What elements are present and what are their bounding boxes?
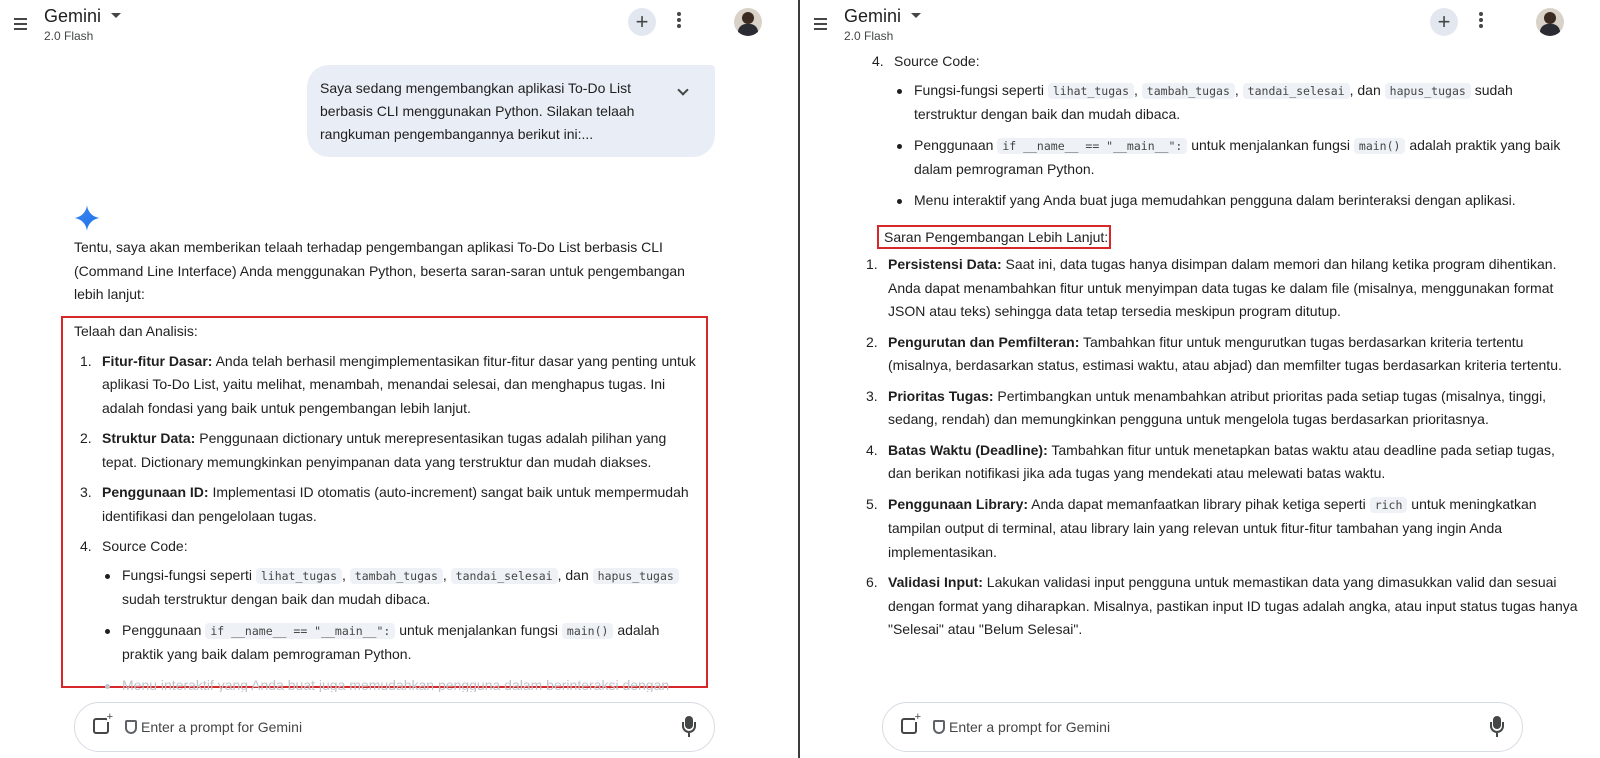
list-item: 3. Penggunaan ID: Implementasi ID otomati… <box>80 484 689 524</box>
prompt-box <box>882 702 1523 752</box>
list-item: 6. Validasi Input: Lakukan validasi input… <box>866 574 1578 637</box>
hamburger-menu-icon[interactable] <box>12 16 30 32</box>
list-item: 1. Fitur-fitur Dasar: Anda telah berhasil… <box>80 352 696 416</box>
list-item: Penggunaan if __name__ == "__main__": un… <box>102 619 698 667</box>
list-item: 4. Source Code: Fungsi-fungsi seperti lih… <box>74 535 698 692</box>
list-item: 1. Persistensi Data: Saat ini, data tugas… <box>866 256 1557 319</box>
highlight-box-analysis: Telaah dan Analisis: 1. Fitur-fitur Dasar… <box>61 316 708 692</box>
suggestions-list: 1. Persistensi Data: Saat ini, data tugas… <box>860 253 1580 642</box>
more-options-icon[interactable] <box>676 12 682 32</box>
section-title: Saran Pengembangan Lebih Lanjut: <box>884 229 1109 245</box>
microphone-icon[interactable] <box>1490 716 1504 738</box>
top-bar: Gemini 2.0 Flash + <box>0 0 798 50</box>
analysis-list-continued: 4. Source Code: Fungsi-fungsi seperti lih… <box>866 50 1566 212</box>
section-title: Telaah dan Analisis: <box>74 323 198 339</box>
prompt-box <box>74 702 715 752</box>
list-item: 4. Batas Waktu (Deadline): Tambahkan fitu… <box>866 441 1555 482</box>
shield-icon <box>125 720 137 734</box>
microphone-icon[interactable] <box>682 716 696 738</box>
avatar[interactable] <box>1536 8 1564 36</box>
list-item: Menu interaktif yang Anda buat juga memu… <box>102 674 698 692</box>
new-chat-plus-icon[interactable]: + <box>628 8 656 36</box>
highlight-box-suggestions: Saran Pengembangan Lebih Lanjut: <box>877 225 1111 249</box>
list-item: Menu interaktif yang Anda buat juga memu… <box>894 189 1566 213</box>
top-bar: Gemini 2.0 Flash + <box>800 0 1600 50</box>
app-title[interactable]: Gemini <box>844 6 901 27</box>
prompt-input[interactable] <box>141 715 641 739</box>
list-item: Fungsi-fungsi seperti lihat_tugas, tamba… <box>894 79 1566 127</box>
list-item: Fungsi-fungsi seperti lihat_tugas, tamba… <box>102 564 698 612</box>
new-chat-plus-icon[interactable]: + <box>1430 8 1458 36</box>
list-item: 2. Struktur Data: Penggunaan dictionary u… <box>80 430 667 470</box>
hamburger-menu-icon[interactable] <box>812 16 830 32</box>
add-image-icon[interactable] <box>901 712 921 734</box>
source-code-bullets: Fungsi-fungsi seperti lihat_tugas, tamba… <box>102 564 698 692</box>
list-item: 4. Source Code: Fungsi-fungsi seperti lih… <box>866 50 1566 212</box>
conversation[interactable]: 4. Source Code: Fungsi-fungsi seperti lih… <box>800 50 1600 692</box>
model-name: 2.0 Flash <box>44 29 94 43</box>
avatar[interactable] <box>734 8 762 36</box>
list-item: 3. Prioritas Tugas: Pertimbangkan untuk m… <box>866 387 1547 428</box>
prompt-input[interactable] <box>949 715 1449 739</box>
analysis-list: 1. Fitur-fitur Dasar: Anda telah berhasil… <box>74 350 698 693</box>
model-dropdown-chevron-icon[interactable] <box>111 13 121 18</box>
add-image-icon[interactable] <box>93 712 113 734</box>
model-dropdown-chevron-icon[interactable] <box>911 13 921 18</box>
gemini-spark-icon <box>74 205 100 231</box>
response-intro: Tentu, saya akan memberikan telaah terha… <box>74 239 685 302</box>
list-item: 5. Penggunaan Library: Anda dapat memanfa… <box>866 495 1537 560</box>
conversation[interactable]: Saya sedang mengembangkan aplikasi To-Do… <box>0 50 798 692</box>
right-chat-pane: Gemini 2.0 Flash + 4. Source Code: Fungsi… <box>800 0 1600 758</box>
model-name: 2.0 Flash <box>844 29 894 43</box>
source-code-bullets: Fungsi-fungsi seperti lihat_tugas, tamba… <box>894 79 1566 213</box>
expand-chevron-icon[interactable] <box>677 84 689 96</box>
more-options-icon[interactable] <box>1478 12 1484 32</box>
left-chat-pane: Gemini 2.0 Flash + Saya sedang mengemban… <box>0 0 798 758</box>
app-title[interactable]: Gemini <box>44 6 101 27</box>
list-item: Penggunaan if __name__ == "__main__": un… <box>894 134 1566 182</box>
shield-icon <box>933 720 945 734</box>
list-item: 2. Pengurutan dan Pemfilteran: Tambahkan … <box>866 333 1562 374</box>
user-prompt-bubble: Saya sedang mengembangkan aplikasi To-Do… <box>307 65 715 157</box>
user-prompt-text: Saya sedang mengembangkan aplikasi To-Do… <box>320 80 635 142</box>
